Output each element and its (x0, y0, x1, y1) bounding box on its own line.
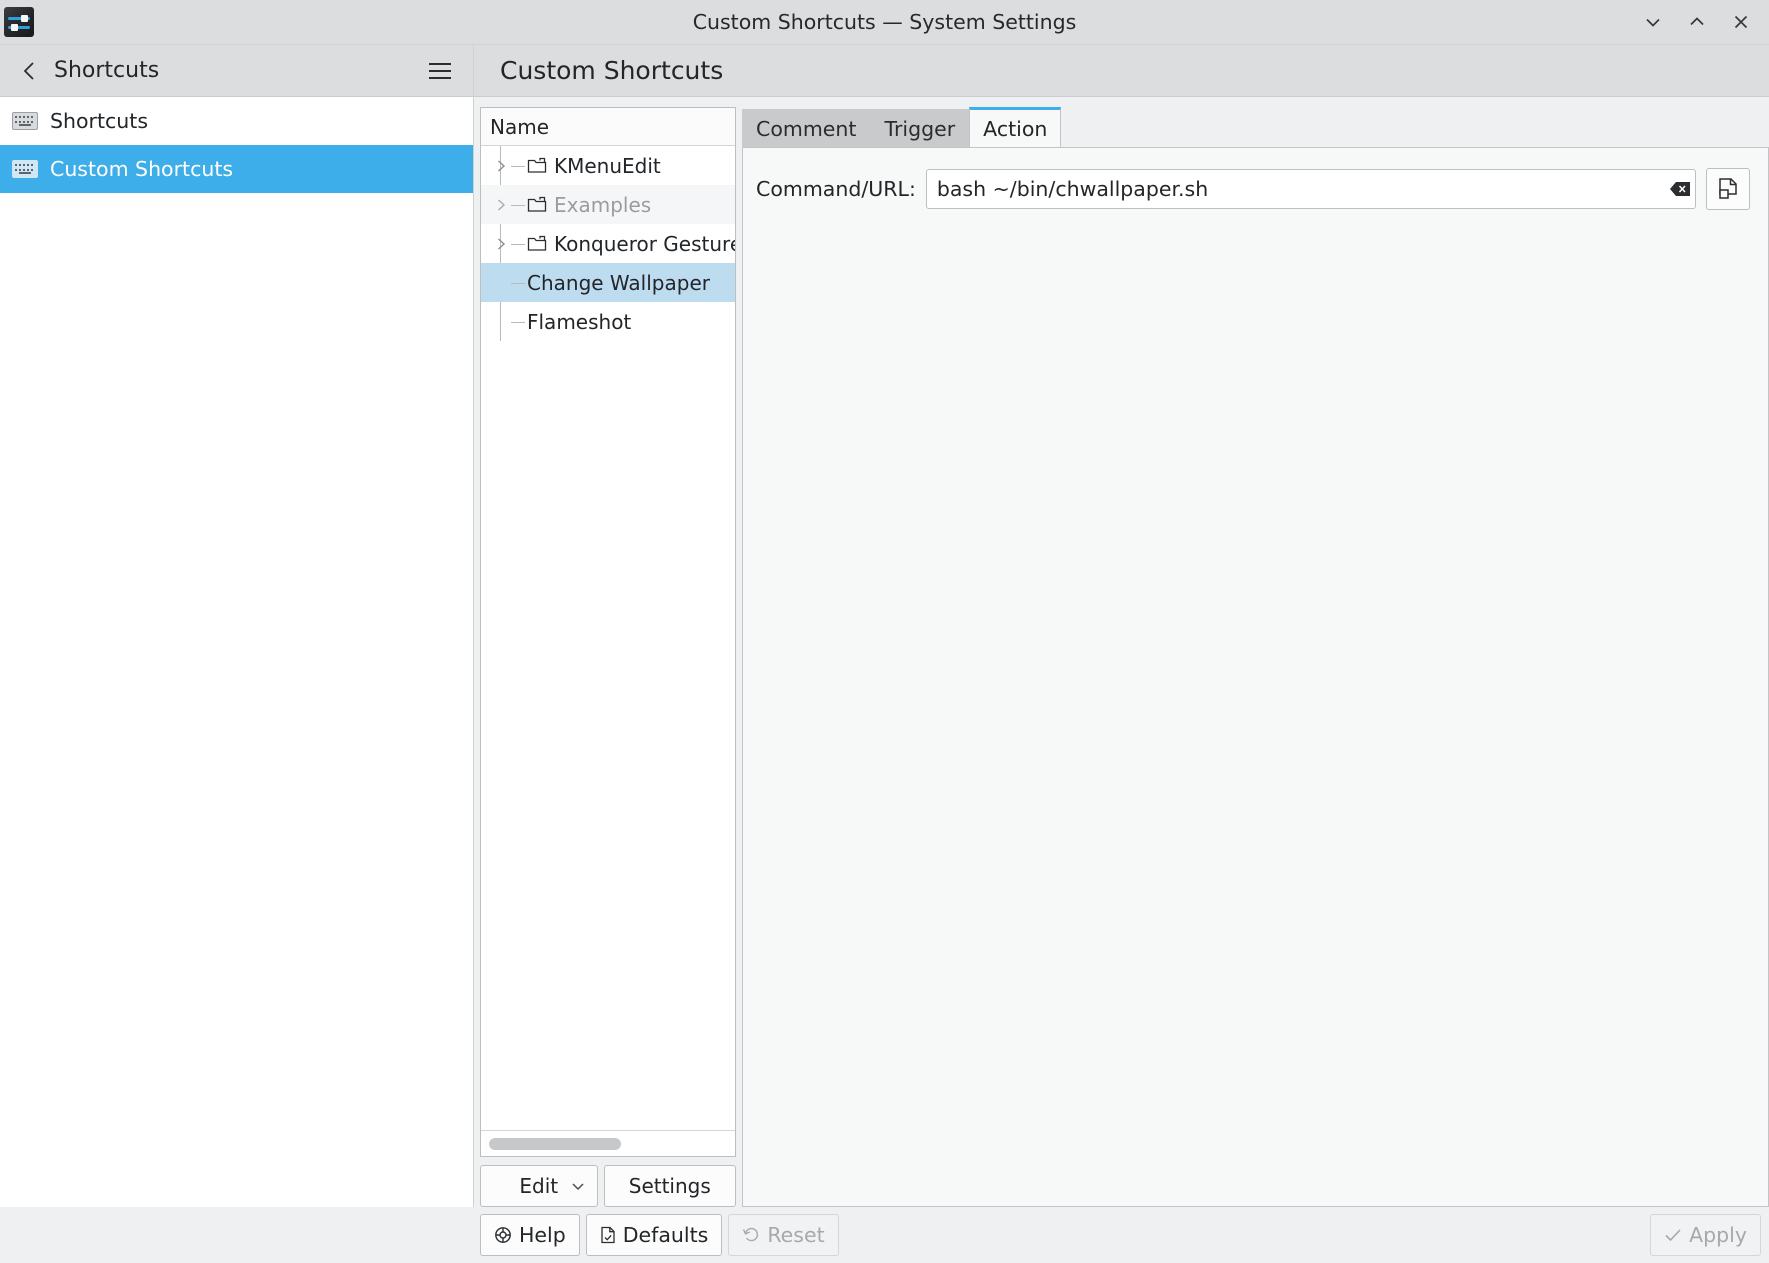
shortcuts-tree-column: Name (480, 107, 736, 1207)
apply-button: Apply (1650, 1214, 1761, 1256)
tab-label: Trigger (884, 117, 955, 141)
reset-button: Reset (728, 1214, 838, 1256)
edit-button-label: Edit (519, 1174, 558, 1198)
keyboard-icon (12, 160, 38, 178)
folder-icon (527, 196, 549, 214)
shortcuts-tree: Name (480, 107, 736, 1157)
sidebar-item-custom-shortcuts[interactable]: Custom Shortcuts (0, 145, 473, 193)
window-titlebar: Custom Shortcuts — System Settings (0, 0, 1769, 45)
defaults-button-label: Defaults (623, 1223, 709, 1247)
chevron-down-icon (571, 1181, 585, 1191)
help-lifebuoy-icon (494, 1226, 512, 1244)
main-area: Custom Shortcuts Name (474, 45, 1769, 1207)
tree-column-header-name[interactable]: Name (481, 108, 735, 146)
tree-row-flameshot[interactable]: Flameshot (481, 302, 735, 341)
page-title: Custom Shortcuts (500, 56, 723, 85)
reset-button-label: Reset (767, 1223, 824, 1247)
sidebar: Shortcuts Shortcuts Custom Shortcuts (0, 45, 474, 1207)
tab-comment[interactable]: Comment (742, 109, 870, 147)
tree-row-label: Flameshot (527, 310, 631, 334)
help-button-label: Help (519, 1223, 566, 1247)
hamburger-menu-icon[interactable] (423, 54, 457, 88)
tree-row-konqueror-gestures[interactable]: Konqueror Gestures (481, 224, 735, 263)
detail-column: Comment Trigger Action Command/URL: (742, 107, 1769, 1207)
keyboard-icon (12, 112, 38, 130)
window-title: Custom Shortcuts — System Settings (0, 10, 1769, 34)
tab-label: Action (983, 117, 1047, 141)
tab-label: Comment (756, 117, 856, 141)
check-icon (1664, 1228, 1682, 1242)
tree-row-label: KMenuEdit (554, 154, 661, 178)
expand-arrow-icon[interactable] (491, 237, 511, 251)
sidebar-item-shortcuts[interactable]: Shortcuts (0, 97, 473, 145)
window-controls (1631, 0, 1769, 44)
folder-icon (527, 157, 549, 175)
expand-arrow-icon[interactable] (491, 159, 511, 173)
apply-button-label: Apply (1689, 1223, 1747, 1247)
command-url-input[interactable] (927, 177, 1665, 201)
sidebar-item-label: Shortcuts (50, 109, 148, 133)
expand-arrow-icon[interactable] (491, 198, 511, 212)
sidebar-back-label[interactable]: Shortcuts (54, 58, 159, 83)
settings-button-label: Settings (629, 1174, 711, 1198)
settings-button[interactable]: Settings (604, 1165, 736, 1207)
chevron-left-icon[interactable] (14, 55, 46, 87)
settings-sliders-icon (4, 7, 34, 37)
command-url-label: Command/URL: (756, 177, 916, 201)
main-header: Custom Shortcuts (474, 45, 1769, 97)
horizontal-scrollbar[interactable] (481, 1130, 735, 1156)
main-content: Name (474, 97, 1769, 1207)
sidebar-header: Shortcuts (0, 45, 473, 97)
help-button[interactable]: Help (480, 1214, 580, 1256)
maximize-icon[interactable] (1675, 0, 1719, 44)
open-file-icon[interactable] (1706, 168, 1750, 210)
scrollbar-thumb[interactable] (489, 1138, 621, 1150)
edit-dropdown-button[interactable]: Edit (480, 1165, 598, 1207)
clear-text-icon[interactable] (1665, 170, 1695, 208)
tree-body: KMenuEdit Exa (481, 146, 735, 1130)
tab-action[interactable]: Action (969, 107, 1061, 147)
system-settings-window: Custom Shortcuts — System Settings Short… (0, 0, 1769, 1263)
folder-icon (527, 235, 549, 253)
tree-row-kmenuedit[interactable]: KMenuEdit (481, 146, 735, 185)
sidebar-list: Shortcuts Custom Shortcuts (0, 97, 473, 1207)
tree-row-label: Change Wallpaper (527, 271, 710, 295)
window-body: Shortcuts Shortcuts Custom Shortcuts Cus… (0, 45, 1769, 1207)
tree-row-examples[interactable]: Examples (481, 185, 735, 224)
bottom-action-bar: Help Defaults Reset (0, 1207, 1769, 1263)
minimize-icon[interactable] (1631, 0, 1675, 44)
tree-row-label: Examples (554, 193, 651, 217)
command-url-input-wrap (926, 169, 1696, 209)
sidebar-item-label: Custom Shortcuts (50, 157, 233, 181)
tab-trigger[interactable]: Trigger (870, 109, 969, 147)
command-url-row: Command/URL: (756, 168, 1750, 210)
tree-action-buttons: Edit Settings (480, 1157, 736, 1207)
defaults-button[interactable]: Defaults (586, 1214, 723, 1256)
detail-tabbar: Comment Trigger Action (742, 107, 1769, 147)
defaults-document-icon (600, 1226, 616, 1244)
reset-undo-icon (742, 1226, 760, 1244)
tree-row-change-wallpaper[interactable]: Change Wallpaper (481, 263, 735, 302)
tree-row-label: Konqueror Gestures (554, 232, 735, 256)
close-icon[interactable] (1719, 0, 1763, 44)
action-tab-panel: Command/URL: (742, 147, 1769, 1207)
